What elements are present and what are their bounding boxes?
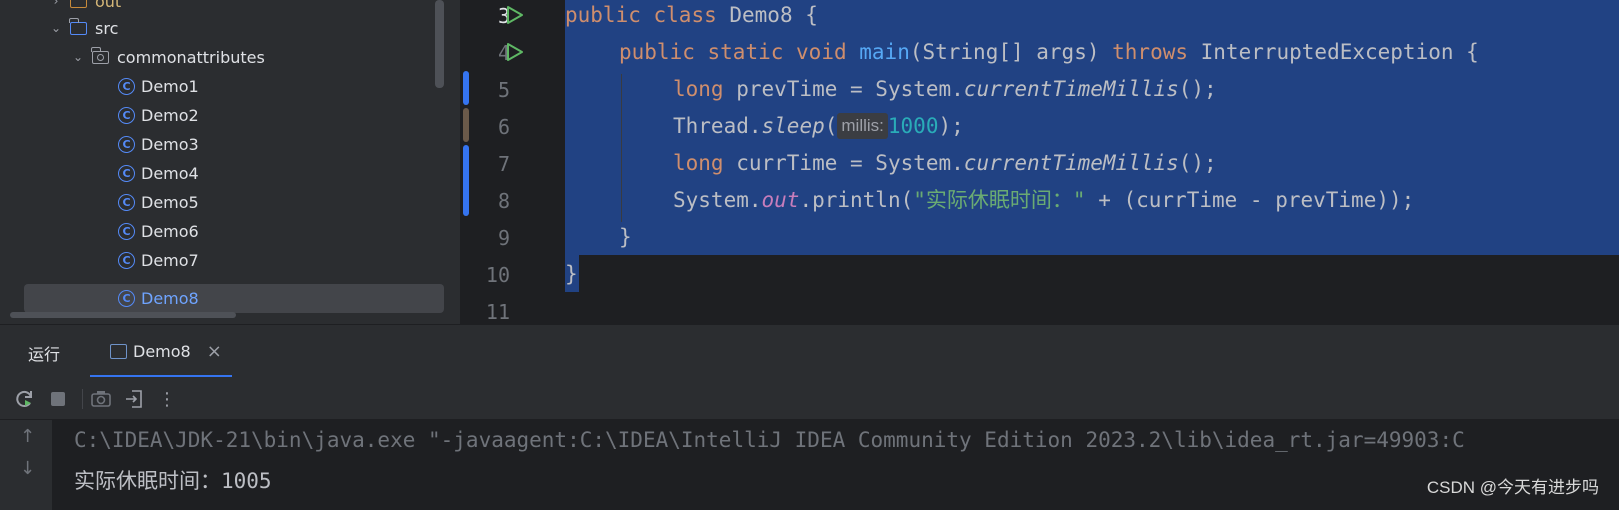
tree-item-selected-highlight [24,284,444,313]
console-output[interactable]: ↑ ↓ C:\IDEA\JDK-21\bin\java.exe "-javaag… [0,420,1619,510]
code-line-9: } [619,225,632,249]
run-window-title: 运行 [28,345,61,364]
tree-item-label: src [95,18,119,38]
line-number: 7 [497,152,510,176]
java-class-icon: C [118,77,135,95]
tree-item-demo2[interactable]: C Demo2 [118,100,199,130]
tree-item-demo3[interactable]: C Demo3 [118,129,199,159]
tree-item-demo7[interactable]: C Demo7 [118,245,199,275]
scroll-down-icon[interactable]: ↓ [20,458,35,479]
code-line-7: long currTime = System.currentTimeMillis… [673,151,1217,175]
horizontal-scrollbar[interactable] [10,312,236,318]
line-number: 9 [497,226,510,250]
java-class-icon: C [118,222,135,240]
line-number: 11 [485,300,510,324]
tree-item-label: out [95,0,122,11]
run-tool-window-header: 运行 Demo8 × [0,324,1619,378]
tree-item-label: Demo4 [141,163,199,183]
more-options-icon[interactable]: ⋮ [156,388,178,410]
package-icon [91,46,109,64]
tree-item-src[interactable]: ⌄ src [48,13,118,43]
vcs-change-marker[interactable] [463,71,469,105]
line-number: 5 [497,78,510,102]
run-tab-demo8[interactable]: Demo8 × [90,325,232,378]
line-number: 8 [497,189,510,213]
line-number: 6 [497,115,510,139]
tree-item-demo5[interactable]: C Demo5 [118,187,199,217]
run-toolbar: ⋮ [0,377,1619,420]
tab-label: Demo8 [133,342,191,361]
java-class-icon: C [118,106,135,124]
code-line-3: public class Demo8 { [565,3,818,27]
rerun-icon[interactable] [14,388,36,410]
tree-item-demo6[interactable]: C Demo6 [118,216,199,246]
java-class-icon: C [118,164,135,182]
console-gutter: ↑ ↓ [0,420,52,510]
code-line-10: } [565,262,578,286]
parameter-hint: millis: [837,113,888,139]
run-icon[interactable] [503,4,525,26]
code-line-5: long prevTime = System.currentTimeMillis… [673,77,1217,101]
tree-item-demo4[interactable]: C Demo4 [118,158,199,188]
java-class-icon: C [118,251,135,269]
vcs-change-marker[interactable] [463,145,469,216]
code-line-4: public static void main(String[] args) t… [619,40,1479,64]
tree-item-label: Demo5 [141,192,199,212]
folder-icon [70,0,87,8]
code-area[interactable]: public class Demo8 { public static void … [565,0,1619,324]
toolbar-separator [82,389,83,409]
code-line-8: System.out.println("实际休眠时间：" + (currTime… [673,188,1415,212]
close-icon[interactable]: × [207,341,222,362]
exit-icon[interactable] [123,388,145,410]
tree-item-label: Demo6 [141,221,199,241]
tree-item-label: Demo3 [141,134,199,154]
tree-item-label: Demo2 [141,105,199,125]
run-icon[interactable] [503,41,525,63]
tree-item-label: commonattributes [117,47,265,67]
console-output-line: 实际休眠时间：1005 [74,469,272,493]
java-class-icon: C [118,135,135,153]
project-tree-panel: › out ⌄ src ⌄ commonattributes C Demo1 C… [0,0,460,324]
java-class-icon: C [118,193,135,211]
code-line-6: Thread.sleep(millis: 1000); [673,113,964,139]
vertical-scrollbar[interactable] [435,0,444,88]
camera-icon[interactable] [90,388,112,410]
tree-item-demo8[interactable]: C Demo8 [118,283,199,313]
line-number: 10 [485,263,510,287]
tree-item-label: Demo7 [141,250,199,270]
source-folder-icon [69,17,87,35]
indent-guide [621,74,622,222]
tree-item-commonattributes[interactable]: ⌄ commonattributes [70,42,265,72]
code-editor[interactable]: 3 4 5 6 7 8 9 10 11 public class Demo8 {… [460,0,1619,324]
console-command-line: C:\IDEA\JDK-21\bin\java.exe "-javaagent:… [74,428,1465,452]
tree-item-label: Demo1 [141,76,199,96]
watermark: CSDN @今天有进步吗 [1426,478,1599,497]
console-icon [110,344,127,359]
stop-icon[interactable] [47,388,69,410]
editor-gutter: 3 4 5 6 7 8 9 10 11 [460,0,568,324]
tree-item-label: Demo8 [141,288,199,308]
java-class-icon: C [118,289,135,307]
vcs-change-marker[interactable] [463,108,469,142]
chevron-down-icon[interactable]: ⌄ [48,21,64,35]
chevron-right-icon[interactable]: › [48,0,64,8]
chevron-down-icon[interactable]: ⌄ [70,50,86,64]
scroll-up-icon[interactable]: ↑ [20,426,35,447]
tree-item-demo1[interactable]: C Demo1 [118,71,199,101]
